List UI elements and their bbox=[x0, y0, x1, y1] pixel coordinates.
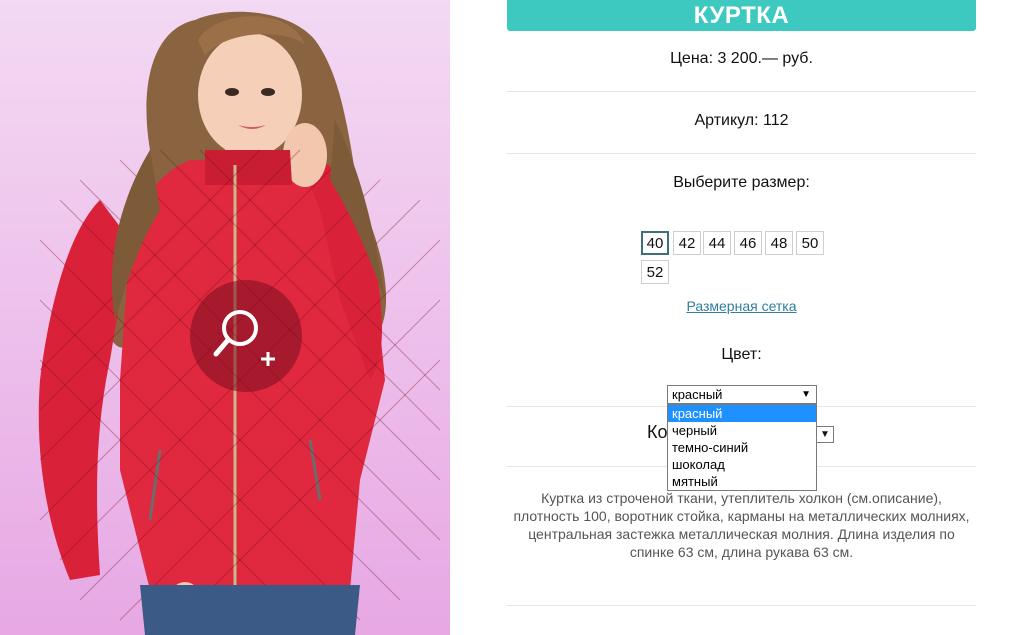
color-option-mint[interactable]: мятный bbox=[668, 473, 816, 490]
chevron-down-icon: ▼ bbox=[820, 429, 830, 440]
quantity-label: Ко bbox=[647, 422, 668, 442]
size-option-44[interactable]: 44 bbox=[703, 231, 731, 255]
size-option-50[interactable]: 50 bbox=[796, 231, 824, 255]
color-option-navy[interactable]: темно-синий bbox=[668, 439, 816, 456]
size-option-48[interactable]: 48 bbox=[765, 231, 793, 255]
divider bbox=[507, 153, 976, 154]
quantity-select[interactable]: ▼ bbox=[817, 426, 834, 443]
color-select[interactable]: красный ▼ bbox=[667, 385, 817, 404]
color-option-red[interactable]: красный bbox=[668, 405, 816, 422]
product-title: КУРТКА bbox=[507, 0, 976, 31]
color-select-value: красный bbox=[672, 387, 723, 402]
zoom-in-icon bbox=[213, 310, 275, 366]
zoom-overlay[interactable] bbox=[190, 280, 302, 392]
divider bbox=[507, 605, 976, 606]
choose-size-label: Выберите размер: bbox=[673, 174, 810, 191]
size-option-42[interactable]: 42 bbox=[673, 231, 701, 255]
product-article: Артикул: 112 bbox=[694, 112, 789, 129]
product-image[interactable] bbox=[0, 0, 450, 635]
product-description: Куртка из строченой ткани, утеплитель хо… bbox=[513, 490, 970, 560]
divider bbox=[507, 91, 976, 92]
product-price: Цена: 3 200.— руб. bbox=[670, 50, 813, 67]
color-dropdown-list: красный черный темно-синий шоколад мятны… bbox=[667, 404, 817, 491]
size-option-46[interactable]: 46 bbox=[734, 231, 762, 255]
color-label: Цвет: bbox=[721, 346, 762, 363]
size-option-52[interactable]: 52 bbox=[641, 260, 669, 284]
color-option-chocolate[interactable]: шоколад bbox=[668, 456, 816, 473]
color-option-black[interactable]: черный bbox=[668, 422, 816, 439]
size-chart-link[interactable]: Размерная сетка bbox=[507, 298, 976, 314]
chevron-down-icon: ▼ bbox=[801, 389, 811, 400]
size-option-40[interactable]: 40 bbox=[641, 231, 669, 255]
